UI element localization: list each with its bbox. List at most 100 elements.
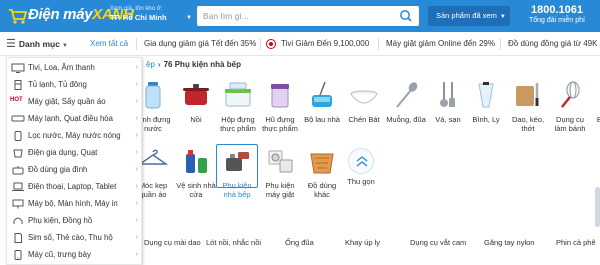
category-tile-ladle[interactable]: Vá, sạn xyxy=(427,80,469,124)
category-tile-kitchen-accessory[interactable]: Phụ kiện nhà bếp xyxy=(216,144,258,199)
category-label: Hũ đựng thực phẩm xyxy=(262,115,298,133)
jar-icon xyxy=(271,84,289,108)
chevron-down-icon: ▼ xyxy=(61,43,68,49)
chevron-right-icon: › xyxy=(135,115,138,122)
menu-item-laptop[interactable]: Điện thoại, Laptop, Tablet › xyxy=(7,179,143,195)
chevron-down-icon: ▼ xyxy=(499,14,506,20)
logo-main-text: Điện máy xyxy=(28,6,93,23)
sim-icon xyxy=(14,233,22,243)
category-dropdown-menu: Tivi, Loa, Âm thanh › Tủ lạnh, Tủ đông ›… xyxy=(6,57,142,265)
category-label: Phụ kiện nhà bếp xyxy=(222,181,252,199)
collapse-label: Thu gọn xyxy=(347,177,375,186)
hot-badge: HOT xyxy=(10,97,23,103)
category-label: Chén Bát xyxy=(348,115,380,124)
food-box-icon xyxy=(225,82,251,107)
category-tile-glass[interactable]: Bình, Ly xyxy=(465,80,507,124)
whisk-icon xyxy=(561,81,580,108)
menu-item-old-device[interactable]: Máy cũ, trưng bày › xyxy=(7,247,143,263)
promo-link-appliances[interactable]: Gia dụng giảm giá Tết đến 35% xyxy=(144,32,256,56)
search-icon[interactable] xyxy=(395,8,417,24)
category-tile-whisk[interactable]: Dụng cụ làm bánh xyxy=(549,80,591,133)
location-hint: Xem giá, tồn kho ở: xyxy=(110,6,163,12)
menu-item-fridge[interactable]: Tủ lạnh, Tủ đông › xyxy=(7,77,143,93)
promo-link-tv[interactable]: Tivi Giảm Đến 9,100,000 xyxy=(281,32,369,56)
collapse-tile[interactable]: Thu gọn xyxy=(340,146,382,186)
kitchen-accessory-icon xyxy=(226,152,249,171)
collapse-icon xyxy=(348,148,374,174)
category-tile-thermos[interactable]: Bình giữ nh... xyxy=(590,80,600,133)
menu-item-air-conditioner[interactable]: Máy lạnh, Quạt điều hòa › xyxy=(7,111,143,127)
category-label: Nồi xyxy=(190,115,202,124)
divider xyxy=(500,38,501,50)
water-filter-icon xyxy=(14,131,22,141)
category-label: Muỗng, đũa xyxy=(386,115,426,124)
subcategory-link[interactable]: Dụng cụ mài dao xyxy=(144,238,201,247)
menu-item-monitor[interactable]: Máy bộ, Màn hình, Máy in › xyxy=(7,196,143,212)
category-tile-knife[interactable]: Dao, kéo, thớt xyxy=(507,80,549,133)
category-tile-jar[interactable]: Hũ đựng thực phẩm xyxy=(259,80,301,133)
thermos-icon xyxy=(594,80,600,110)
scrollbar-thumb[interactable] xyxy=(595,187,600,227)
category-label: Phụ kiện máy giặt xyxy=(265,181,295,199)
menu-item-tv[interactable]: Tivi, Loa, Âm thanh › xyxy=(7,60,143,76)
breadcrumb-parent[interactable]: ệp xyxy=(146,60,155,69)
category-tile-mop[interactable]: Bộ lau nhà xyxy=(301,80,343,124)
search-input[interactable] xyxy=(197,6,387,26)
subcategory-link[interactable]: Ống đũa xyxy=(285,238,314,247)
subcategory-link[interactable]: Găng tay nylon xyxy=(484,238,534,247)
chevron-right-icon: › xyxy=(135,132,138,139)
see-all-link[interactable]: Xem tất cả xyxy=(90,32,128,56)
air-conditioner-icon xyxy=(11,115,25,122)
chevron-right-icon: › xyxy=(135,149,138,156)
spoon-icon xyxy=(396,82,418,108)
category-tile-washer-accessory[interactable]: Phụ kiện máy giặt xyxy=(259,146,301,199)
category-tile-bowl[interactable]: Chén Bát xyxy=(343,80,385,124)
chevron-right-icon: › xyxy=(135,166,138,173)
glass-icon xyxy=(478,82,494,108)
category-menu-label: Danh mục xyxy=(18,39,60,49)
menu-item-sim[interactable]: Sim số, Thẻ cào, Thu hộ › xyxy=(7,230,143,246)
chevron-right-icon: › xyxy=(135,81,138,88)
menu-item-accessories[interactable]: Phụ kiện, Đồng hồ › xyxy=(7,213,143,229)
subcategory-link[interactable]: Lót nồi, nhắc nồi xyxy=(206,238,261,247)
hotline[interactable]: 1800.1061 Tổng đài miễn phí xyxy=(518,4,596,24)
pot-icon xyxy=(183,84,209,105)
subcategory-link[interactable]: Khay úp ly xyxy=(345,238,380,247)
category-label: Hộp đựng thực phẩm xyxy=(220,115,256,133)
ladle-icon xyxy=(440,82,455,107)
category-tile-basket[interactable]: Đồ dùng khác xyxy=(301,146,343,199)
promo-link-household[interactable]: Đồ dùng đồng giá từ 49K xyxy=(508,32,597,56)
record-icon xyxy=(266,39,276,49)
household-icon xyxy=(12,166,24,175)
category-menu-button[interactable]: ☰ Danh mục ▼ xyxy=(6,32,68,56)
site-logo[interactable]: Điện máyXANH xyxy=(8,5,134,27)
viewed-products-label: Sản phẩm đã xem xyxy=(436,11,497,20)
viewed-products-button[interactable]: Sản phẩm đã xem ▼ xyxy=(428,6,510,26)
divider xyxy=(260,38,261,50)
location-selector[interactable]: Xem giá, tồn kho ở: TP. Hồ Chí Minh ▼ xyxy=(110,6,194,26)
subcategory-link[interactable]: Dụng cụ vắt cam xyxy=(410,238,466,247)
old-device-icon xyxy=(14,250,22,260)
menu-item-household[interactable]: Đồ dùng gia đình › xyxy=(7,162,143,178)
category-bar: ☰ Danh mục ▼ Xem tất cả Gia dụng giảm giá … xyxy=(0,32,600,56)
category-tile-cleaning[interactable]: Vệ sinh nhà cửa xyxy=(175,146,217,199)
knife-icon xyxy=(516,83,539,106)
location-city: TP. Hồ Chí Minh xyxy=(110,13,167,22)
chevron-right-icon: › xyxy=(135,251,138,258)
tv-icon xyxy=(11,63,25,73)
breadcrumb: ệp › 76 Phụ kiện nhà bếp xyxy=(146,60,241,69)
category-tile-food-box[interactable]: Hộp đựng thực phẩm xyxy=(217,80,259,133)
chevron-right-icon: › xyxy=(135,64,138,71)
hotline-number: 1800.1061 xyxy=(531,4,583,16)
category-label: Bộ lau nhà xyxy=(304,115,340,124)
category-tile-pot[interactable]: Nồi xyxy=(175,80,217,124)
promo-link-washer[interactable]: Máy giặt giảm Online đến 29% xyxy=(386,32,495,56)
menu-item-water-filter[interactable]: Lọc nước, Máy nước nóng › xyxy=(7,128,143,144)
menu-item-appliance[interactable]: Điện gia dụng, Quạt › xyxy=(7,145,143,161)
chevron-right-icon: › xyxy=(135,200,138,207)
cleaning-icon xyxy=(186,150,207,173)
category-label: Bình, Ly xyxy=(472,115,500,124)
subcategory-link[interactable]: Phin cà phê xyxy=(556,238,596,247)
menu-item-washer[interactable]: HOT Máy giặt, Sấy quần áo › xyxy=(7,94,143,110)
category-tile-spoon[interactable]: Muỗng, đũa xyxy=(385,80,427,124)
